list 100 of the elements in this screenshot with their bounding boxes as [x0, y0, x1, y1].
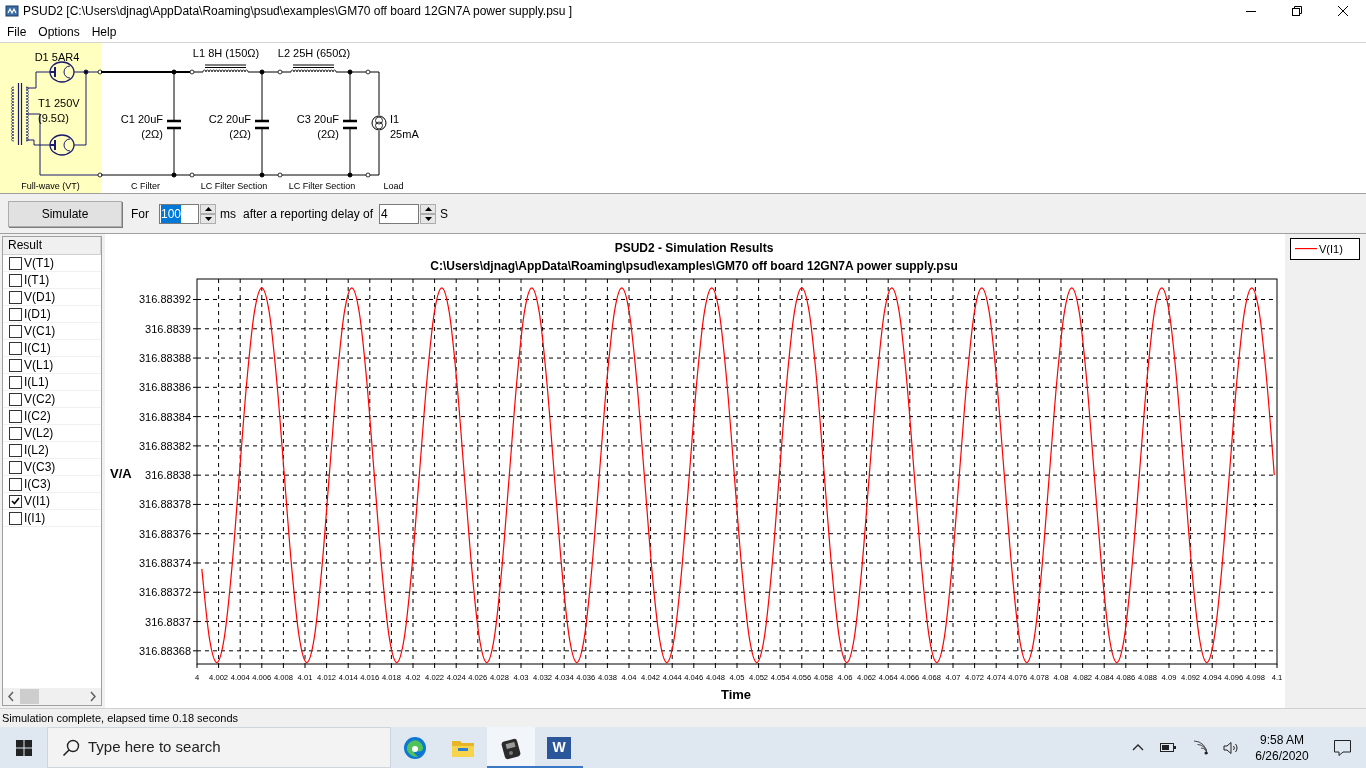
close-icon: [1338, 6, 1348, 16]
capacitor-label: (2Ω): [317, 128, 339, 140]
capacitor-label: C2 20uF: [208, 113, 251, 125]
checkbox[interactable]: [9, 273, 22, 287]
checkbox[interactable]: [9, 460, 22, 474]
inductor-label: L1 8H (150Ω): [192, 47, 260, 59]
result-label[interactable]: V(T1): [24, 254, 54, 272]
checkbox[interactable]: [9, 307, 22, 321]
y-tick-label: 316.88392: [139, 293, 191, 306]
capacitor-icon[interactable]: [341, 119, 359, 130]
checkbox[interactable]: [9, 256, 22, 270]
number-field[interactable]: 4: [379, 203, 420, 224]
status-text: Simulation complete, elapsed time 0.18 seconds: [2, 710, 239, 726]
up-arrow-icon: [204, 206, 212, 211]
section-label: LC Filter Section: [288, 181, 356, 191]
y-axis-label: V/A: [110, 466, 132, 481]
scrollbar-thumb[interactable]: [20, 689, 39, 704]
legend-line-icon: [1295, 248, 1317, 250]
result-label[interactable]: I(L2): [24, 441, 49, 459]
y-tick-label: 316.88372: [139, 586, 191, 599]
result-label[interactable]: I(D1): [24, 305, 51, 323]
result-label[interactable]: V(C3): [24, 458, 56, 476]
taskbar-app-button[interactable]: [487, 727, 535, 768]
chart-subtitle: C:\Users\djnag\AppData\Roaming\psud\examples\GM70 off board 12GN7A power supply.psu: [430, 259, 958, 273]
menu-item[interactable]: Help: [85, 23, 123, 41]
search-icon: [62, 738, 80, 757]
speech-bubble-icon: [1333, 739, 1351, 756]
result-label[interactable]: V(L2): [24, 424, 54, 442]
y-tick-label: 316.88378: [139, 498, 191, 511]
taskbar-app-button[interactable]: W: [535, 727, 583, 768]
wifi-icon: [1192, 740, 1208, 755]
minimize-icon: [1246, 10, 1256, 12]
vacuum-tube-icon[interactable]: [49, 61, 75, 83]
result-label[interactable]: V(L1): [24, 356, 54, 374]
inductor-icon[interactable]: [202, 64, 249, 73]
simulate-button[interactable]: Simulate: [8, 200, 122, 227]
number-field[interactable]: 100: [159, 203, 199, 224]
checkbox[interactable]: [9, 426, 22, 440]
spin-up-button[interactable]: [200, 203, 216, 214]
chart-title: PSUD2 - Simulation Results: [614, 241, 774, 255]
column-header[interactable]: Result: [3, 237, 101, 255]
capacitor-label: (2Ω): [229, 128, 251, 140]
tube-label: D1 5AR4: [34, 51, 80, 63]
app-icon: [5, 4, 19, 18]
transformer-drawing[interactable]: [11, 82, 29, 146]
checkbox[interactable]: [9, 443, 22, 457]
checkbox[interactable]: [9, 392, 22, 406]
browser-icon: [403, 735, 427, 760]
result-label[interactable]: I(T1): [24, 271, 50, 289]
result-label[interactable]: V(D1): [24, 288, 56, 306]
result-label[interactable]: I(C2): [24, 407, 51, 425]
clock[interactable]: 9:58 AM 6/26/2020: [1246, 727, 1318, 768]
y-tick-label: 316.88374: [139, 557, 191, 569]
section-label: Full-wave (VT): [21, 181, 80, 191]
search-bar[interactable]: Type here to search: [47, 727, 391, 768]
result-label[interactable]: V(C1): [24, 322, 56, 340]
capacitor-icon[interactable]: [253, 119, 271, 130]
inductor-icon[interactable]: [290, 64, 337, 73]
load-label: I1: [390, 113, 400, 125]
result-label[interactable]: V(I1): [24, 492, 50, 510]
checkbox[interactable]: [9, 324, 22, 338]
checkbox[interactable]: [9, 290, 22, 304]
restore-icon: [1292, 6, 1302, 16]
search-input[interactable]: Type here to search: [88, 736, 378, 759]
section-label: C Filter: [131, 181, 160, 191]
checkbox[interactable]: [9, 409, 22, 423]
spin-down-button[interactable]: [200, 213, 216, 224]
checkbox[interactable]: [9, 511, 22, 525]
y-tick-label: 316.88382: [139, 439, 191, 452]
capacitor-icon[interactable]: [165, 119, 183, 130]
inductor-label: L2 25H (650Ω): [277, 47, 351, 59]
document-icon: W: [547, 736, 571, 759]
vacuum-tube-icon[interactable]: [49, 134, 75, 156]
battery-icon: [1160, 743, 1176, 752]
result-label[interactable]: I(I1): [24, 509, 46, 527]
result-label[interactable]: I(L1): [24, 373, 49, 391]
result-label[interactable]: I(C3): [24, 475, 51, 493]
current-source-icon[interactable]: [371, 115, 387, 131]
y-tick-label: 316.8837: [145, 615, 191, 628]
menu-item[interactable]: File: [1, 23, 33, 41]
result-label[interactable]: V(C2): [24, 390, 56, 408]
check-icon: [11, 497, 20, 505]
section-label: LC Filter Section: [200, 181, 268, 191]
checkbox[interactable]: [9, 375, 22, 389]
y-tick-label: 316.88388: [139, 352, 191, 365]
y-tick-label: 316.88368: [139, 644, 191, 657]
spin-down-button[interactable]: [420, 213, 437, 224]
checkbox[interactable]: [9, 477, 22, 491]
menu-item[interactable]: Options: [32, 23, 86, 41]
y-tick-label: 316.88384: [139, 410, 191, 423]
horizontal-scrollbar[interactable]: [3, 688, 101, 705]
checkbox[interactable]: [9, 358, 22, 372]
for-label: For: [131, 205, 149, 223]
checkbox[interactable]: [9, 341, 22, 355]
checkbox[interactable]: [9, 494, 22, 508]
capacitor-label: (2Ω): [141, 128, 163, 140]
result-label[interactable]: I(C1): [24, 339, 51, 357]
spin-up-button[interactable]: [420, 203, 437, 214]
load-label: 25mA: [390, 128, 419, 140]
section-highlight[interactable]: [0, 43, 101, 193]
